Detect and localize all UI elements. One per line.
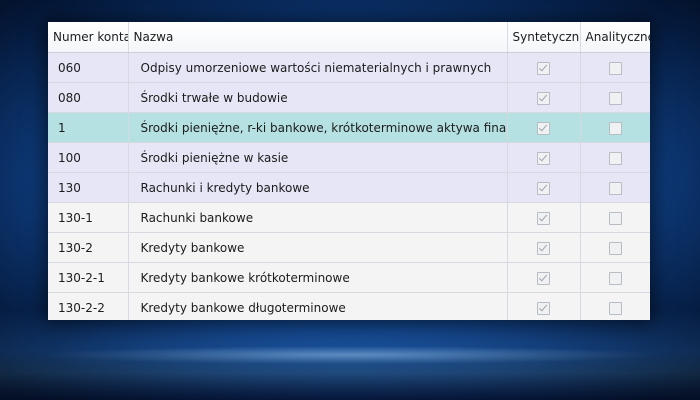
column-header-name[interactable]: Nazwa — [128, 22, 508, 53]
account-number-cell[interactable]: 100 — [48, 142, 129, 173]
synthetic-cell — [507, 202, 581, 233]
analytic-cell — [580, 262, 650, 293]
synthetic-checkbox[interactable] — [537, 151, 550, 165]
account-number-cell[interactable]: 060 — [48, 52, 129, 83]
synthetic-checkbox[interactable] — [537, 181, 550, 195]
analytic-cell — [580, 142, 650, 173]
account-number-cell[interactable]: 080 — [48, 82, 129, 113]
account-name-cell[interactable]: Rachunki bankowe — [128, 202, 508, 233]
table-row[interactable]: 130 Rachunki i kredyty bankowe — [48, 172, 650, 203]
analytic-checkbox[interactable] — [608, 211, 622, 225]
column-header-synthetic[interactable]: Syntetyczne — [507, 22, 581, 53]
account-number-cell[interactable]: 130-2-1 — [48, 262, 129, 293]
account-number-cell[interactable]: 130-2 — [48, 232, 129, 263]
synthetic-cell — [507, 262, 581, 293]
analytic-cell — [580, 172, 650, 203]
synthetic-cell — [507, 82, 581, 113]
table-row[interactable]: 060 Odpisy umorzeniowe wartości niemateri… — [48, 52, 650, 83]
synthetic-cell — [507, 172, 581, 203]
synthetic-cell — [507, 292, 581, 320]
table-row[interactable]: 100 Środki pieniężne w kasie — [48, 142, 650, 173]
analytic-checkbox[interactable] — [608, 151, 622, 165]
analytic-cell — [580, 52, 650, 83]
analytic-checkbox[interactable] — [608, 61, 622, 75]
synthetic-checkbox[interactable] — [537, 91, 550, 105]
synthetic-checkbox[interactable] — [537, 271, 550, 285]
analytic-cell — [580, 82, 650, 113]
accounts-table: Numer konta Nazwa Syntetyczne Analityczn… — [48, 22, 650, 320]
synthetic-cell — [507, 232, 581, 263]
analytic-cell — [580, 112, 650, 143]
table-row-selected[interactable]: 1 Środki pieniężne, r-ki bankowe, krótkot… — [48, 112, 650, 143]
account-number-cell[interactable]: 130-2-2 — [48, 292, 129, 320]
account-number-cell[interactable]: 130 — [48, 172, 129, 203]
table-row[interactable]: 130-2-1 Kredyty bankowe krótkoterminowe — [48, 262, 650, 293]
account-name-cell[interactable]: Odpisy umorzeniowe wartości niematerialn… — [128, 52, 508, 83]
column-header-analytic[interactable]: Analityczne — [580, 22, 650, 53]
analytic-checkbox[interactable] — [608, 181, 622, 195]
account-name-cell[interactable]: Kredyty bankowe długoterminowe — [128, 292, 508, 320]
column-header-account-number[interactable]: Numer konta — [48, 22, 129, 53]
analytic-checkbox[interactable] — [608, 241, 622, 255]
synthetic-cell — [507, 52, 581, 83]
synthetic-checkbox[interactable] — [537, 301, 550, 315]
analytic-checkbox[interactable] — [608, 91, 622, 105]
synthetic-checkbox[interactable] — [537, 121, 550, 135]
synthetic-cell — [507, 142, 581, 173]
account-name-cell[interactable]: Kredyty bankowe krótkoterminowe — [128, 262, 508, 293]
background-light-streak — [40, 346, 660, 364]
table-row[interactable]: 080 Środki trwałe w budowie — [48, 82, 650, 113]
account-name-cell[interactable]: Kredyty bankowe — [128, 232, 508, 263]
table-row[interactable]: 130-1 Rachunki bankowe — [48, 202, 650, 233]
table-body: 060 Odpisy umorzeniowe wartości niemateri… — [48, 52, 650, 320]
synthetic-checkbox[interactable] — [537, 241, 550, 255]
analytic-cell — [580, 292, 650, 320]
accounts-grid: Numer konta Nazwa Syntetyczne Analityczn… — [48, 22, 650, 320]
analytic-checkbox[interactable] — [608, 301, 622, 315]
table-row[interactable]: 130-2 Kredyty bankowe — [48, 232, 650, 263]
account-name-cell[interactable]: Środki pieniężne, r-ki bankowe, krótkote… — [128, 112, 508, 143]
analytic-cell — [580, 232, 650, 263]
analytic-checkbox[interactable] — [608, 121, 622, 135]
table-row[interactable]: 130-2-2 Kredyty bankowe długoterminowe — [48, 292, 650, 320]
synthetic-cell — [507, 112, 581, 143]
account-name-cell[interactable]: Środki pieniężne w kasie — [128, 142, 508, 173]
account-name-cell[interactable]: Środki trwałe w budowie — [128, 82, 508, 113]
account-name-cell[interactable]: Rachunki i kredyty bankowe — [128, 172, 508, 203]
account-number-cell[interactable]: 130-1 — [48, 202, 129, 233]
analytic-checkbox[interactable] — [608, 271, 622, 285]
header-row: Numer konta Nazwa Syntetyczne Analityczn… — [48, 22, 650, 53]
account-number-cell[interactable]: 1 — [48, 112, 129, 143]
analytic-cell — [580, 202, 650, 233]
synthetic-checkbox[interactable] — [537, 61, 550, 75]
synthetic-checkbox[interactable] — [537, 211, 550, 225]
